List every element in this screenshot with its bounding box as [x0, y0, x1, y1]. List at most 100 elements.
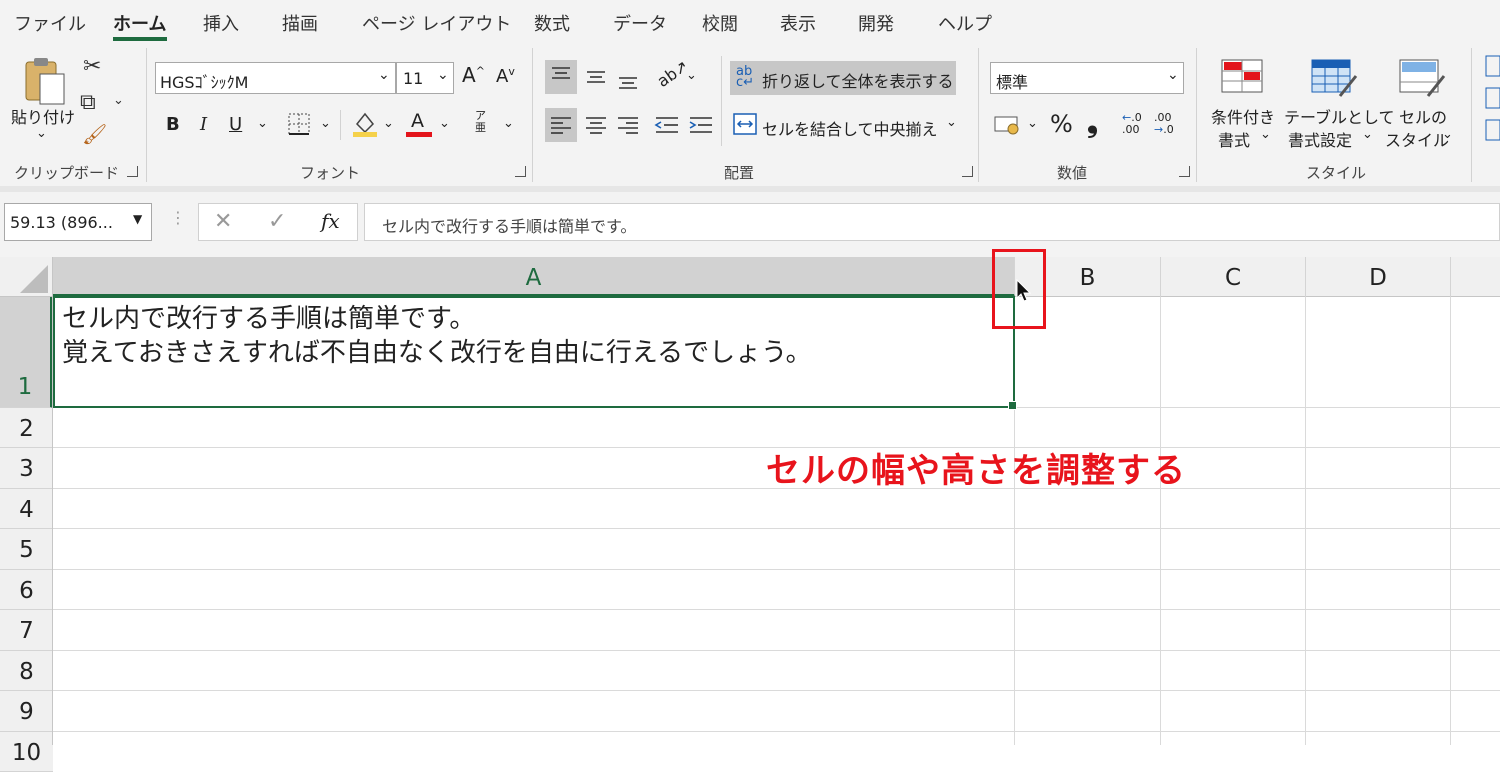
tab-home[interactable]: ホーム	[113, 10, 166, 36]
tab-insert[interactable]: 挿入	[203, 10, 239, 36]
column-header-a[interactable]: A	[53, 257, 1015, 297]
merge-center-label: セルを結合して中央揃え	[762, 120, 938, 139]
font-name-value: HGSｺﾞｼｯｸM	[160, 73, 249, 92]
align-left-button[interactable]	[545, 108, 577, 142]
chevron-down-icon[interactable]: ⌄	[686, 68, 697, 83]
row-header-7[interactable]: 7	[0, 610, 53, 651]
wrap-text-icon: ab c↵	[736, 64, 755, 90]
tab-developer[interactable]: 開発	[858, 10, 894, 36]
tab-view[interactable]: 表示	[780, 10, 816, 36]
format-as-table-button[interactable]: テーブルとして 書式設定 ⌄	[1282, 56, 1395, 156]
group-label-clipboard: クリップボード	[14, 164, 120, 182]
chevron-down-icon: ⌄	[36, 126, 47, 141]
row-header-10[interactable]: 10	[0, 732, 53, 772]
name-box[interactable]: 59.13 (896... ▼	[4, 203, 152, 241]
row-header-2[interactable]: 2	[0, 408, 53, 448]
increase-decimal-icon[interactable]: ←.0.00	[1122, 112, 1142, 136]
tab-file[interactable]: ファイル	[14, 10, 86, 36]
gridline	[1305, 297, 1306, 745]
insert-function-button[interactable]: fx	[321, 209, 340, 233]
cell-a1[interactable]: セル内で改行する手順は簡単です。 覚えておきさえすれば不自由なく改行を自由に行え…	[53, 296, 1017, 410]
dialog-launcher-icon[interactable]	[515, 166, 526, 177]
paste-button[interactable]: 貼り付け ⌄	[8, 52, 78, 152]
font-size-select[interactable]: 11 ⌄	[396, 62, 454, 94]
enter-icon[interactable]: ✓	[268, 209, 286, 234]
gridline	[53, 650, 1500, 651]
cells-group-icons[interactable]	[1484, 54, 1500, 144]
chevron-down-icon[interactable]: ⌄	[1027, 116, 1038, 131]
conditional-formatting-button[interactable]: 条件付き 書式 ⌄	[1206, 56, 1280, 156]
tab-data[interactable]: データ	[613, 10, 667, 36]
name-box-value: 59.13 (896...	[10, 213, 113, 232]
decrease-decimal-icon[interactable]: .00 →.0	[1154, 112, 1174, 136]
more-options-icon[interactable]: ⋮	[170, 208, 186, 227]
column-header-c[interactable]: C	[1161, 257, 1306, 297]
chevron-down-icon[interactable]: ⌄	[257, 116, 268, 131]
grow-font-button[interactable]: A^	[462, 63, 485, 87]
select-all-button[interactable]	[0, 257, 53, 297]
cut-icon[interactable]: ✂	[83, 56, 101, 78]
font-name-select[interactable]: HGSｺﾞｼｯｸM ⌄	[155, 62, 396, 94]
formula-bar: 59.13 (896... ▼ ⋮ ✕ ✓ fx セル内で改行する手順は簡単です…	[0, 192, 1500, 258]
dialog-launcher-icon[interactable]	[127, 166, 138, 177]
row-header-5[interactable]: 5	[0, 529, 53, 570]
chevron-down-icon[interactable]: ⌄	[113, 94, 124, 107]
chevron-down-icon: ⌄	[1442, 127, 1453, 142]
annotation-text: セルの幅や高さを調整する	[766, 451, 1186, 491]
dialog-launcher-icon[interactable]	[1179, 166, 1190, 177]
row-header-1[interactable]: 1	[0, 297, 53, 408]
align-center-icon[interactable]	[580, 108, 612, 142]
tab-help[interactable]: ヘルプ	[938, 10, 992, 36]
dialog-launcher-icon[interactable]	[962, 166, 973, 177]
font-color-glyph: A	[411, 110, 424, 132]
tab-formulas[interactable]: 数式	[534, 10, 570, 36]
row-header-8[interactable]: 8	[0, 651, 53, 691]
align-top-icon	[552, 67, 570, 79]
align-bottom-icon[interactable]	[612, 60, 644, 94]
bold-button[interactable]: B	[166, 114, 180, 135]
chevron-down-icon[interactable]: ⌄	[320, 116, 331, 131]
align-right-icon[interactable]	[612, 108, 644, 142]
formula-buttons: ✕ ✓ fx	[198, 203, 358, 241]
copy-icon[interactable]: ⧉	[80, 92, 96, 114]
shrink-font-button[interactable]: Av	[496, 65, 515, 87]
comma-style-button[interactable]: ❟	[1087, 106, 1098, 140]
increase-indent-icon[interactable]	[686, 108, 716, 142]
borders-icon[interactable]	[287, 112, 313, 136]
align-top-button[interactable]	[545, 60, 577, 94]
fill-handle[interactable]	[1008, 401, 1017, 410]
decrease-indent-icon[interactable]	[652, 108, 682, 142]
row-header-3[interactable]: 3	[0, 448, 53, 489]
group-label-font: フォント	[300, 164, 361, 182]
wrap-text-button[interactable]: ab c↵ 折り返して全体を表示する	[730, 61, 956, 95]
chevron-down-icon[interactable]: ⌄	[383, 116, 394, 131]
accounting-format-icon[interactable]	[993, 113, 1023, 137]
number-format-select[interactable]: 標準 ⌄	[990, 62, 1184, 94]
tab-review[interactable]: 校閲	[702, 10, 738, 36]
tab-draw[interactable]: 描画	[282, 10, 318, 36]
cell-styles-button[interactable]: セルの スタイル ⌄	[1384, 56, 1460, 156]
column-header-d[interactable]: D	[1306, 257, 1451, 297]
chevron-down-icon[interactable]: ⌄	[439, 116, 450, 131]
align-middle-icon[interactable]	[580, 60, 612, 94]
merge-center-button[interactable]: セルを結合して中央揃え ⌄	[730, 110, 970, 142]
phonetic-guide-icon[interactable]: ア 亜	[475, 110, 486, 134]
fill-color-icon[interactable]	[351, 110, 379, 138]
italic-button[interactable]: I	[200, 114, 207, 135]
tab-page-layout[interactable]: ページ レイアウト	[362, 10, 511, 36]
percent-button[interactable]: %	[1050, 110, 1073, 138]
number-format-value: 標準	[996, 73, 1029, 92]
font-color-button[interactable]: A	[406, 110, 432, 138]
row-header-9[interactable]: 9	[0, 691, 53, 732]
cancel-icon[interactable]: ✕	[214, 209, 232, 234]
underline-button[interactable]: U	[229, 114, 242, 135]
separator	[532, 48, 533, 182]
formula-input[interactable]: セル内で改行する手順は簡単です。	[364, 203, 1500, 241]
chevron-down-icon[interactable]: ⌄	[503, 116, 514, 131]
row-header-6[interactable]: 6	[0, 570, 53, 610]
wrap-text-label: 折り返して全体を表示する	[762, 72, 954, 91]
gridline	[53, 609, 1500, 610]
format-painter-icon[interactable]: 🖌	[82, 124, 107, 144]
row-header-4[interactable]: 4	[0, 489, 53, 529]
select-all-triangle-icon	[20, 265, 48, 293]
